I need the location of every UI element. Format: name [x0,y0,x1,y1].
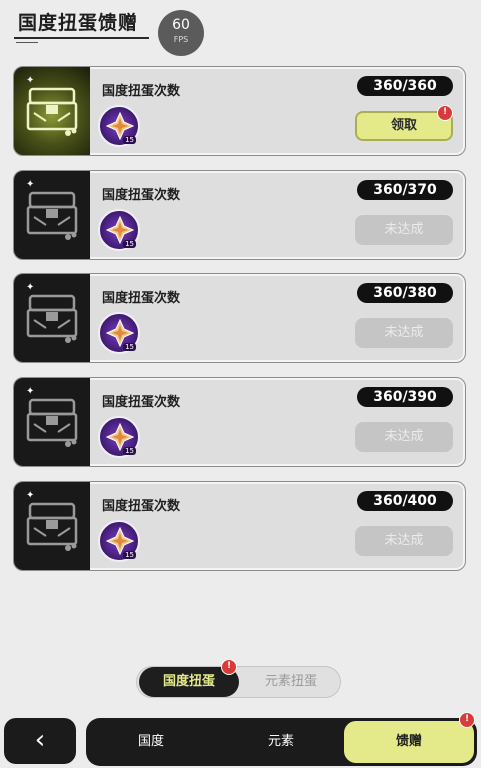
progress-count: 360/370 [357,180,453,200]
back-button[interactable]: ‹ [4,718,76,764]
header: 国度扭蛋馈赠 60 FPS [0,0,481,60]
treasure-chest-icon [26,502,78,551]
bottom-nav: 国度 元素 馈赠 ! [86,712,477,766]
title-underline [14,37,149,39]
reward-item[interactable]: 15 [98,209,140,251]
reward-quantity: 15 [123,551,136,559]
gacha-count-label: 国度扭蛋次数 [102,395,181,410]
treasure-chest-icon [26,191,78,240]
notification-badge: ! [437,105,453,121]
gacha-count-label: 国度扭蛋次数 [102,499,181,514]
chest-thumbnail: ✦ [14,274,90,362]
progress-count: 360/400 [357,491,453,511]
chest-thumbnail: ✦ [14,378,90,466]
chest-thumbnail: ✦ [14,67,90,155]
gacha-count-label: 国度扭蛋次数 [102,84,181,99]
reward-item[interactable]: 15 [98,416,140,458]
treasure-chest-icon [26,87,78,136]
notification-badge: ! [459,712,475,728]
reward-quantity: 15 [123,136,136,144]
reward-card: ✦ 国度扭蛋次数 360/380 15 未达成 [13,273,466,363]
notification-badge: ! [221,659,237,675]
not-achieved-button[interactable]: 未达成 [355,215,453,245]
progress-count: 360/390 [357,387,453,407]
treasure-chest-icon [26,398,78,447]
gacha-count-label: 国度扭蛋次数 [102,188,181,203]
reward-quantity: 15 [123,343,136,351]
back-arrow-icon: ‹ [34,725,46,755]
progress-count: 360/360 [357,76,453,96]
fps-indicator: 60 FPS [158,10,204,56]
reward-item[interactable]: 15 [98,312,140,354]
nav-item-realm[interactable]: 国度 [106,718,196,766]
reward-card: ✦ 国度扭蛋次数 360/390 15 未达成 [13,377,466,467]
chest-thumbnail: ✦ [14,171,90,259]
gacha-count-label: 国度扭蛋次数 [102,291,181,306]
nav-item-element[interactable]: 元素 [236,718,326,766]
nav-item-gift[interactable]: 馈赠 [344,721,474,763]
tab-element-gacha[interactable]: 元素扭蛋 [245,667,337,697]
reward-item[interactable]: 15 [98,105,140,147]
reward-card: ✦ 国度扭蛋次数 360/400 15 未达成 [13,481,466,571]
reward-card: ✦ 国度扭蛋次数 360/360 15 领取 ! [13,66,466,156]
fps-value: 60 [172,17,190,33]
progress-count: 360/380 [357,283,453,303]
gacha-type-tabs: 国度扭蛋 元素扭蛋 ! [136,659,341,698]
fps-label: FPS [173,35,189,44]
not-achieved-button[interactable]: 未达成 [355,318,453,348]
reward-quantity: 15 [123,447,136,455]
reward-card: ✦ 国度扭蛋次数 360/370 15 未达成 [13,170,466,260]
chest-thumbnail: ✦ [14,482,90,570]
page-title: 国度扭蛋馈赠 [18,12,139,34]
reward-item[interactable]: 15 [98,520,140,562]
not-achieved-button[interactable]: 未达成 [355,422,453,452]
not-achieved-button[interactable]: 未达成 [355,526,453,556]
reward-quantity: 15 [123,240,136,248]
title-underline-small [16,42,38,43]
treasure-chest-icon [26,294,78,343]
